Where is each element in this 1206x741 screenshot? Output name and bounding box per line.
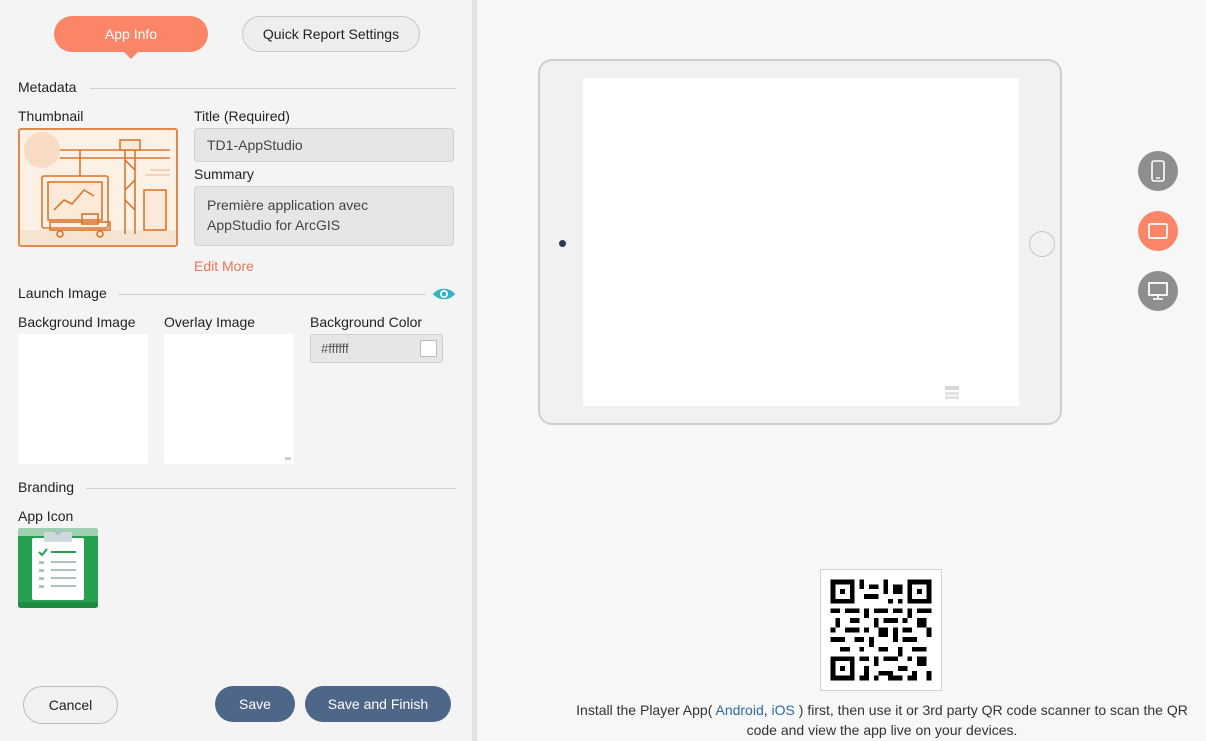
summary-label: Summary: [194, 166, 254, 182]
branding-divider: [86, 488, 456, 489]
desktop-preview-button[interactable]: [1138, 271, 1178, 311]
cancel-button[interactable]: Cancel: [23, 686, 118, 724]
phone-icon: [1151, 160, 1165, 182]
tab-app-info[interactable]: App Info: [54, 16, 208, 59]
install-text-prefix: Install the Player App(: [576, 702, 716, 718]
launch-image-section-title: Launch Image: [18, 285, 107, 301]
thumbnail-image[interactable]: [18, 128, 178, 247]
phone-preview-button[interactable]: [1138, 151, 1178, 191]
construction-illustration: [20, 132, 176, 245]
background-color-value: #ffffff: [321, 341, 349, 356]
overlay-logo-thumb: [285, 457, 291, 460]
qr-code: [820, 569, 942, 691]
android-link[interactable]: Android: [715, 702, 763, 718]
thumbnail-label: Thumbnail: [18, 108, 84, 124]
title-input[interactable]: TD1-AppStudio: [194, 128, 454, 162]
install-text-suffix: ) first, then use it or 3rd party QR cod…: [746, 702, 1188, 738]
background-color-label: Background Color: [310, 314, 423, 330]
install-instructions: Install the Player App( Android, iOS ) f…: [572, 700, 1192, 740]
metadata-divider: [90, 88, 456, 89]
background-image-label: Background Image: [18, 314, 136, 330]
tablet-camera: [559, 240, 566, 247]
qr-code-pattern: [821, 570, 941, 690]
branding-section-title: Branding: [18, 479, 75, 495]
tablet-screen: [583, 78, 1019, 406]
metadata-section-title: Metadata: [18, 79, 77, 95]
summary-textarea[interactable]: Première application avec AppStudio for …: [194, 186, 454, 246]
left-panel: App Info Quick Report Settings Metadata …: [0, 0, 472, 741]
background-image-box[interactable]: [18, 334, 148, 464]
launch-logo-icon: [945, 386, 959, 400]
overlay-image-box[interactable]: [164, 334, 294, 464]
tablet-icon: [1148, 223, 1168, 239]
install-text-sep: ,: [763, 702, 772, 718]
launch-image-divider: [118, 294, 426, 295]
save-button[interactable]: Save: [215, 686, 295, 722]
tablet-frame: [538, 59, 1062, 425]
app-icon-label: App Icon: [18, 508, 74, 524]
background-color-input[interactable]: #ffffff: [310, 334, 443, 363]
preview-panel: Install the Player App( Android, iOS ) f…: [477, 0, 1206, 741]
app-icon-image[interactable]: [18, 528, 98, 608]
desktop-icon: [1148, 282, 1168, 300]
eye-icon[interactable]: [432, 286, 456, 302]
tablet-preview-button[interactable]: [1138, 211, 1178, 251]
save-and-finish-button[interactable]: Save and Finish: [305, 686, 451, 722]
color-swatch[interactable]: [420, 340, 437, 357]
overlay-image-label: Overlay Image: [164, 314, 256, 330]
tab-quick-report-settings[interactable]: Quick Report Settings: [242, 16, 420, 52]
summary-line-1: Première application avec: [207, 197, 369, 213]
summary-line-2: AppStudio for ArcGIS: [207, 217, 341, 233]
ios-link[interactable]: iOS: [772, 702, 795, 718]
title-label: Title (Required): [194, 108, 290, 124]
tablet-home-button: [1029, 231, 1055, 257]
clipboard-icon: [18, 528, 98, 608]
edit-more-link[interactable]: Edit More: [194, 258, 254, 274]
